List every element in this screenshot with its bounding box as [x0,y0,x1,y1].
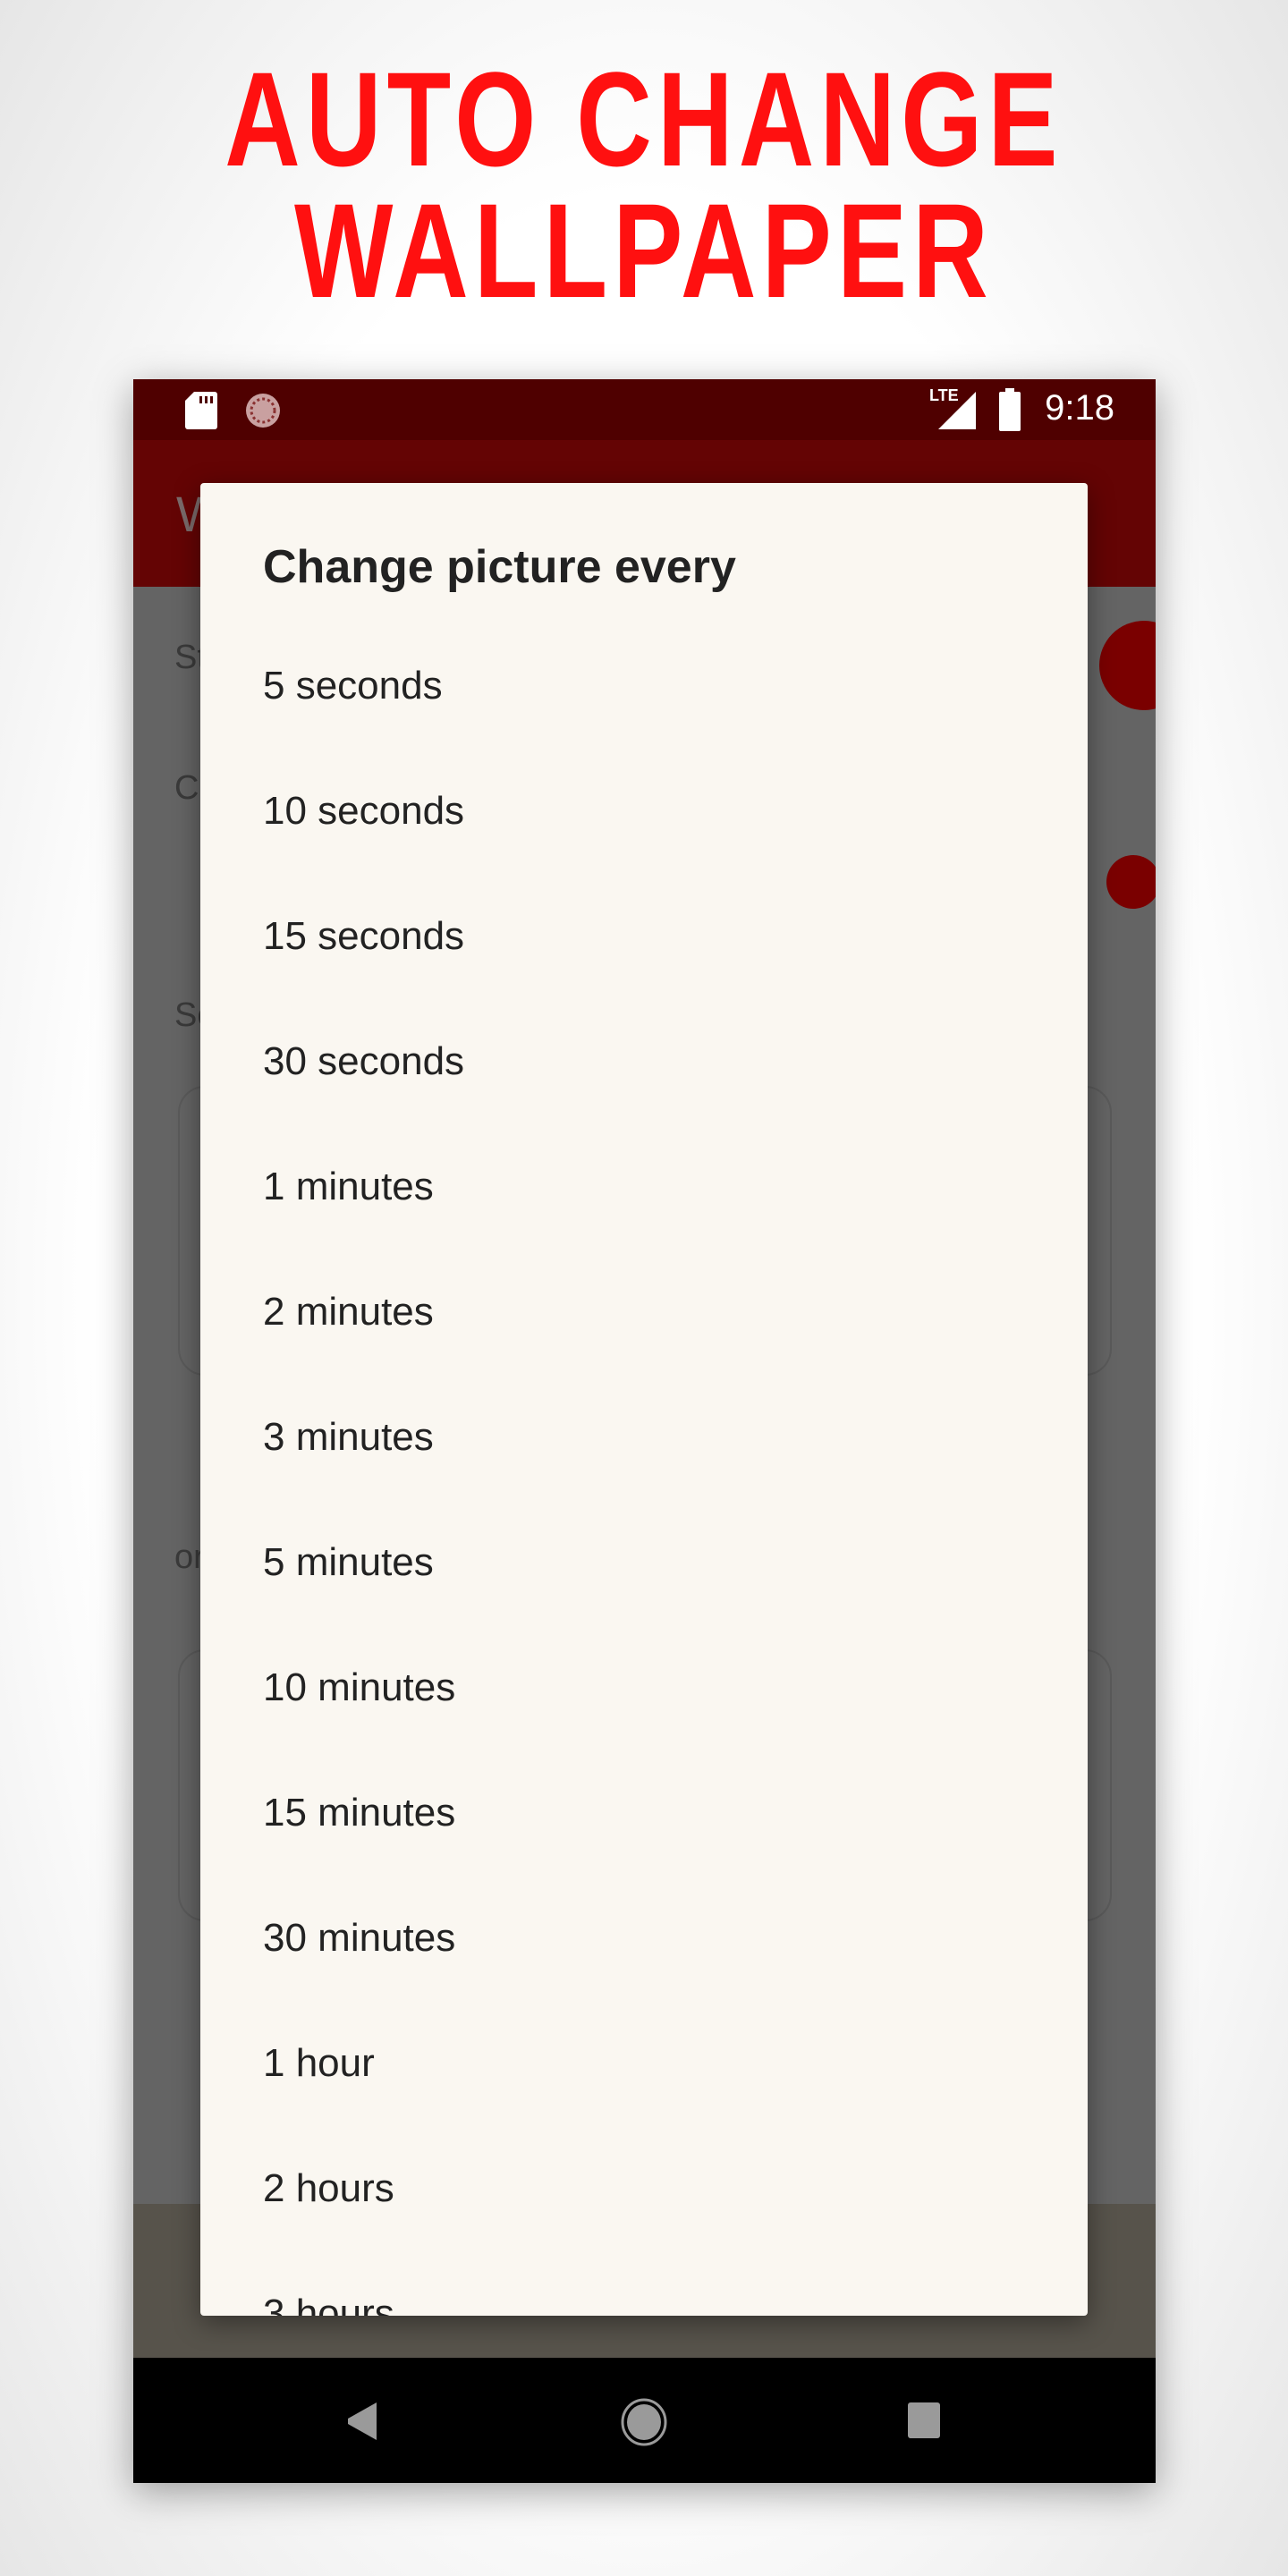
interval-option[interactable]: 30 minutes [263,1916,455,1961]
interval-option[interactable]: 1 minutes [263,1165,434,1209]
promo-title-line1: AUTO CHANGE [225,44,1063,194]
interval-option[interactable]: 2 hours [263,2166,394,2211]
lte-signal-icon [938,392,976,429]
clock: 9:18 [1045,388,1114,428]
back-icon[interactable] [346,2402,382,2440]
interval-option[interactable]: 15 seconds [263,914,464,959]
bg-toggle [1099,621,1156,710]
interval-option[interactable]: 5 seconds [263,664,443,708]
interval-option[interactable]: 10 minutes [263,1665,455,1710]
interval-option[interactable]: 2 minutes [263,1290,434,1335]
battery-icon [999,388,1021,431]
interval-option[interactable]: 30 seconds [263,1039,464,1084]
phone-screen: LTE 9:18 W St C Se or Change picture eve… [133,379,1156,2483]
bg-radio [1106,855,1156,909]
bg-label-change: C [174,769,199,807]
status-bar: LTE 9:18 [133,379,1156,440]
interval-dialog: Change picture every 5 seconds 10 seconds… [200,483,1088,2316]
interval-option[interactable]: 3 hours [263,2292,394,2316]
navigation-bar [133,2358,1156,2483]
recents-icon[interactable] [908,2402,940,2438]
sd-card-icon [185,392,217,429]
interval-option[interactable]: 5 minutes [263,1540,434,1585]
home-icon[interactable] [620,2397,668,2447]
interval-option[interactable]: 3 minutes [263,1415,434,1460]
interval-option[interactable]: 10 seconds [263,789,464,834]
interval-option[interactable]: 1 hour [263,2041,375,2086]
dialog-title: Change picture every [263,541,736,593]
sync-icon [246,394,280,428]
promo-title-line2: WALLPAPER [294,175,994,326]
interval-option[interactable]: 15 minutes [263,1791,455,1835]
